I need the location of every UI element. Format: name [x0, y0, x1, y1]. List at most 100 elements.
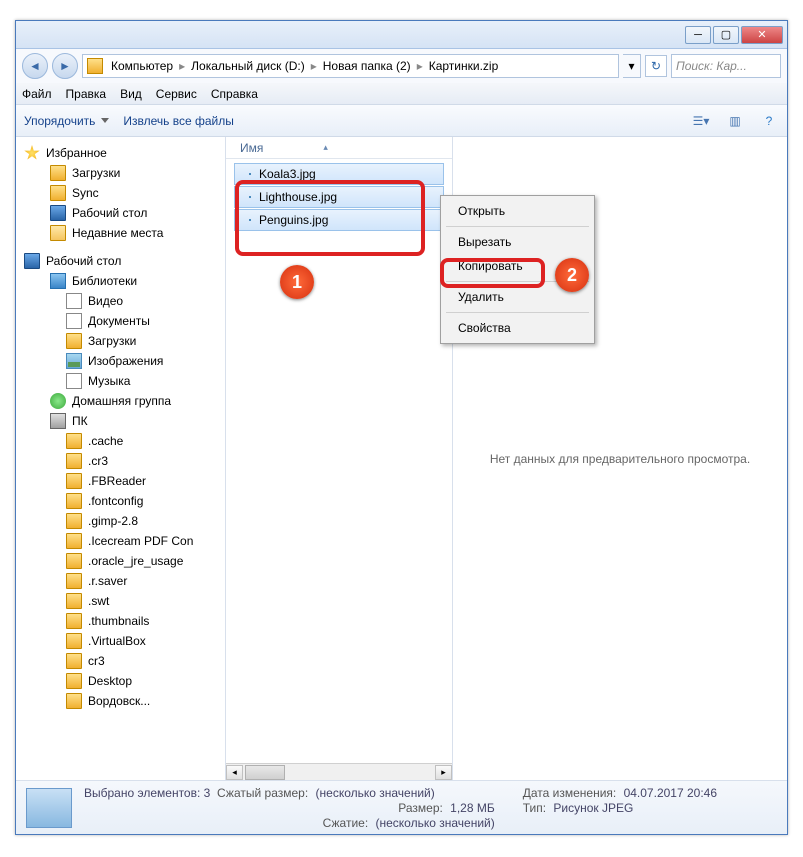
navigation-sidebar[interactable]: Избранное Загрузки Sync Рабочий стол Нед… — [16, 137, 226, 780]
sidebar-item-folder[interactable]: .thumbnails — [16, 611, 225, 631]
folder-icon — [66, 593, 82, 609]
recent-icon — [50, 225, 66, 241]
sidebar-item-desktop[interactable]: Рабочий стол — [16, 203, 225, 223]
horizontal-scrollbar[interactable]: ◂ ▸ — [226, 763, 452, 780]
image-icon — [249, 196, 251, 198]
file-list-pane: Имя▴ Koala3.jpg Lighthouse.jpg Penguins.… — [226, 137, 452, 780]
preview-pane-button[interactable]: ▥ — [725, 111, 745, 131]
sidebar-item-folder[interactable]: Вордовск... — [16, 691, 225, 711]
sidebar-item-recent[interactable]: Недавние места — [16, 223, 225, 243]
breadcrumb-dropdown[interactable]: ▾ — [623, 54, 641, 78]
sidebar-item-folder[interactable]: .r.saver — [16, 571, 225, 591]
sidebar-item-folder[interactable]: .gimp-2.8 — [16, 511, 225, 531]
sidebar-item-downloads[interactable]: Загрузки — [16, 163, 225, 183]
search-input[interactable]: Поиск: Кар... — [671, 54, 781, 78]
sidebar-item-downloads[interactable]: Загрузки — [16, 331, 225, 351]
scrollbar-thumb[interactable] — [245, 765, 285, 780]
breadcrumb-seg[interactable]: Компьютер — [105, 59, 179, 73]
breadcrumb-seg[interactable]: Локальный диск (D:) — [185, 59, 311, 73]
sidebar-item-folder[interactable]: Desktop — [16, 671, 225, 691]
sidebar-item-folder[interactable]: .Icecream PDF Con — [16, 531, 225, 551]
file-row[interactable]: Koala3.jpg — [234, 163, 444, 185]
folder-icon — [66, 573, 82, 589]
video-icon — [66, 293, 82, 309]
sidebar-item-pictures[interactable]: Изображения — [16, 351, 225, 371]
folder-icon — [66, 453, 82, 469]
folder-icon — [66, 693, 82, 709]
homegroup-icon — [50, 393, 66, 409]
image-icon — [249, 219, 251, 221]
preview-empty-text: Нет данных для предварительного просмотр… — [490, 452, 750, 466]
sidebar-item-folder[interactable]: .VirtualBox — [16, 631, 225, 651]
status-selected: Выбрано элементов: 3 — [84, 786, 210, 800]
file-list[interactable]: Koala3.jpg Lighthouse.jpg Penguins.jpg — [226, 159, 452, 236]
menu-file[interactable]: Файл — [22, 87, 52, 101]
forward-button[interactable]: ► — [52, 53, 78, 79]
folder-icon — [87, 58, 103, 74]
folder-icon — [66, 333, 82, 349]
folder-icon — [66, 473, 82, 489]
back-button[interactable]: ◄ — [22, 53, 48, 79]
separator — [446, 312, 589, 313]
menu-help[interactable]: Справка — [211, 87, 258, 101]
sidebar-item-folder[interactable]: .cr3 — [16, 451, 225, 471]
search-placeholder: Поиск: Кар... — [676, 59, 747, 73]
context-properties[interactable]: Свойства — [444, 316, 591, 340]
breadcrumb-seg[interactable]: Картинки.zip — [423, 59, 505, 73]
context-open[interactable]: Открыть — [444, 199, 591, 223]
star-icon — [24, 145, 40, 161]
breadcrumb[interactable]: Компьютер▸ Локальный диск (D:)▸ Новая па… — [82, 54, 619, 78]
titlebar: ─ ▢ ✕ — [16, 21, 787, 49]
close-button[interactable]: ✕ — [741, 26, 783, 44]
document-icon — [66, 313, 82, 329]
menu-edit[interactable]: Правка — [66, 87, 107, 101]
file-row[interactable]: Lighthouse.jpg — [234, 186, 444, 208]
separator — [446, 226, 589, 227]
sidebar-pc[interactable]: ПК — [16, 411, 225, 431]
column-header-name[interactable]: Имя▴ — [226, 137, 452, 159]
sidebar-item-folder[interactable]: .fontconfig — [16, 491, 225, 511]
extract-all-button[interactable]: Извлечь все файлы — [123, 114, 233, 128]
sidebar-item-sync[interactable]: Sync — [16, 183, 225, 203]
status-thumbnail — [26, 788, 72, 828]
minimize-button[interactable]: ─ — [685, 26, 711, 44]
chevron-down-icon — [101, 118, 109, 123]
folder-icon — [66, 433, 82, 449]
help-button[interactable]: ? — [759, 111, 779, 131]
sidebar-desktop[interactable]: Рабочий стол — [16, 251, 225, 271]
folder-icon — [66, 533, 82, 549]
folder-icon — [66, 673, 82, 689]
menu-view[interactable]: Вид — [120, 87, 142, 101]
monitor-icon — [24, 253, 40, 269]
view-options-button[interactable]: ☰▾ — [691, 111, 711, 131]
sidebar-favorites[interactable]: Избранное — [16, 143, 225, 163]
sidebar-item-documents[interactable]: Документы — [16, 311, 225, 331]
sort-arrow-icon: ▴ — [323, 142, 328, 153]
refresh-button[interactable]: ↻ — [645, 55, 667, 77]
file-row[interactable]: Penguins.jpg — [234, 209, 444, 231]
sidebar-item-folder[interactable]: .oracle_jre_usage — [16, 551, 225, 571]
maximize-button[interactable]: ▢ — [713, 26, 739, 44]
sidebar-item-folder[interactable]: cr3 — [16, 651, 225, 671]
sidebar-item-folder[interactable]: .cache — [16, 431, 225, 451]
folder-icon — [66, 633, 82, 649]
menubar: Файл Правка Вид Сервис Справка — [16, 83, 787, 105]
context-cut[interactable]: Вырезать — [444, 230, 591, 254]
command-toolbar: Упорядочить Извлечь все файлы ☰▾ ▥ ? — [16, 105, 787, 137]
sidebar-libraries[interactable]: Библиотеки — [16, 271, 225, 291]
menu-tools[interactable]: Сервис — [156, 87, 197, 101]
monitor-icon — [50, 205, 66, 221]
pc-icon — [50, 413, 66, 429]
folder-icon — [50, 165, 66, 181]
sidebar-item-folder[interactable]: .FBReader — [16, 471, 225, 491]
scroll-right-button[interactable]: ▸ — [435, 765, 452, 780]
organize-button[interactable]: Упорядочить — [24, 114, 109, 128]
sidebar-homegroup[interactable]: Домашняя группа — [16, 391, 225, 411]
scroll-left-button[interactable]: ◂ — [226, 765, 243, 780]
statusbar: Выбрано элементов: 3 Сжатый размер: (нес… — [16, 780, 787, 834]
sidebar-item-video[interactable]: Видео — [16, 291, 225, 311]
sidebar-item-folder[interactable]: .swt — [16, 591, 225, 611]
sidebar-item-music[interactable]: Музыка — [16, 371, 225, 391]
explorer-window: ─ ▢ ✕ ◄ ► Компьютер▸ Локальный диск (D:)… — [15, 20, 788, 835]
breadcrumb-seg[interactable]: Новая папка (2) — [317, 59, 417, 73]
